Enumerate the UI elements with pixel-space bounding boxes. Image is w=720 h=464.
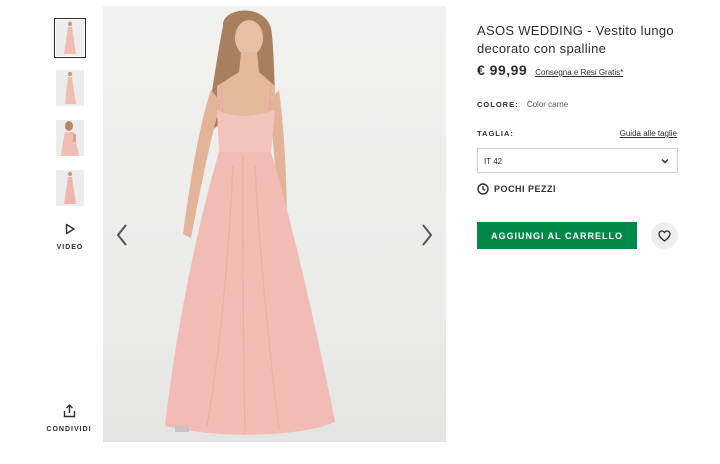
- chevron-down-icon: [661, 158, 669, 164]
- size-selected-value: IT 42: [484, 157, 503, 166]
- size-label: TAGLIA:: [477, 129, 514, 138]
- thumbnail-column: VIDEO CONDIVIDI: [0, 0, 100, 464]
- save-for-later-button[interactable]: [651, 222, 678, 249]
- price-row: € 99,99 Consegna e Resi Gratis*: [477, 62, 623, 78]
- share-button[interactable]: CONDIVIDI: [40, 404, 98, 433]
- thumbnail-image: [65, 71, 76, 104]
- stock-status-label: POCHI PEZZI: [494, 184, 557, 194]
- size-select[interactable]: IT 42: [477, 148, 678, 173]
- color-label: COLORE:: [477, 100, 519, 109]
- color-row: COLORE: Color carne: [477, 100, 568, 109]
- size-row: TAGLIA: Guida alle taglie: [477, 129, 677, 138]
- next-image-button[interactable]: [416, 220, 438, 250]
- thumbnail-front[interactable]: [54, 18, 86, 58]
- chevron-right-icon: [422, 224, 433, 246]
- color-value: Color carne: [526, 100, 569, 109]
- main-product-image: [103, 6, 446, 442]
- share-icon: [63, 404, 75, 418]
- size-guide-link[interactable]: Guida alle taglie: [620, 129, 677, 138]
- thumbnail-image: [64, 171, 76, 204]
- thumbnail-back[interactable]: [56, 120, 84, 156]
- add-to-cart-button[interactable]: AGGIUNGI AL CARRELLO: [477, 222, 637, 249]
- heart-icon: [658, 229, 671, 242]
- thumbnail-image: [61, 121, 79, 156]
- share-label: CONDIVIDI: [46, 426, 92, 433]
- thumbnail-image: [64, 21, 76, 54]
- product-title: ASOS WEDDING - Vestito lungo decorato co…: [477, 23, 674, 56]
- play-icon: [65, 223, 75, 235]
- video-label: VIDEO: [56, 244, 84, 251]
- thumbnail-side[interactable]: [56, 70, 84, 106]
- clock-icon: [477, 183, 489, 195]
- chevron-left-icon: [116, 224, 127, 246]
- video-button[interactable]: VIDEO: [46, 222, 94, 251]
- product-price: € 99,99: [477, 62, 528, 78]
- thumbnail-full[interactable]: [56, 170, 84, 206]
- model-photo: [165, 10, 335, 435]
- previous-image-button[interactable]: [111, 220, 133, 250]
- delivery-returns-link[interactable]: Consegna e Resi Gratis*: [535, 68, 623, 77]
- stock-status: POCHI PEZZI: [477, 183, 556, 195]
